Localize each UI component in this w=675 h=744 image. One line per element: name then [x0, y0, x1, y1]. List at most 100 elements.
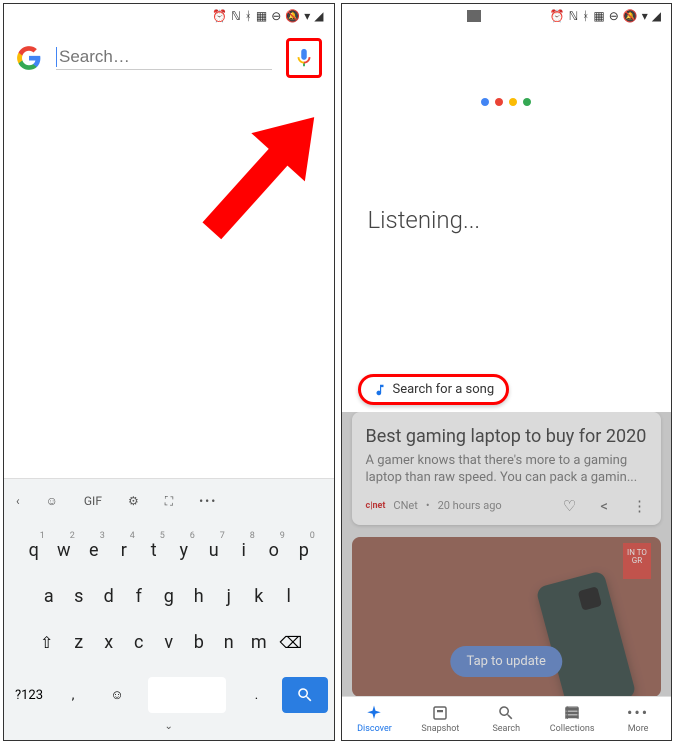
bottom-nav: Discover Snapshot Search Collections •••…	[342, 696, 672, 740]
gear-icon[interactable]: ⚙	[128, 494, 139, 508]
card-body: A gamer knows that there's more to a gam…	[366, 453, 648, 487]
key-f[interactable]: f	[124, 575, 154, 617]
key-d[interactable]: d	[94, 575, 124, 617]
dnd-icon: ⊖	[609, 9, 619, 23]
keyboard-toolbar: ‹ ☺ GIF ⚙ ⛶ •••	[4, 479, 334, 523]
share-icon[interactable]: <	[600, 497, 608, 515]
heart-icon[interactable]: ♡	[563, 497, 576, 515]
nav-collections[interactable]: Collections	[539, 697, 605, 740]
key-r[interactable]: r4	[109, 529, 139, 571]
feed-card-image[interactable]: IN TO GR Tap to update	[352, 537, 662, 696]
discover-feed: Best gaming laptop to buy for 2020 A gam…	[342, 412, 672, 696]
alarm-icon: ⏰	[212, 9, 227, 23]
card-source: CNet	[393, 499, 417, 512]
microphone-icon	[293, 45, 315, 71]
key-h[interactable]: h	[184, 575, 214, 617]
search-key[interactable]	[282, 677, 328, 713]
search-row	[4, 28, 334, 88]
key-w[interactable]: w2	[49, 529, 79, 571]
tap-to-update-pill[interactable]: Tap to update	[451, 646, 562, 677]
signal-icon: ◢	[652, 9, 661, 23]
bluetooth-icon: ᚼ	[582, 9, 589, 23]
source-logo-icon: c|net	[366, 501, 386, 511]
key-a[interactable]: a	[34, 575, 64, 617]
nav-label: Search	[492, 724, 520, 734]
key-o[interactable]: o9	[259, 529, 289, 571]
phone-left-google-search: ⏰ ℕ ᚼ ▦ ⊖ 🔕 ▾ ◢	[3, 3, 335, 741]
key-c[interactable]: c	[124, 621, 154, 663]
nav-more[interactable]: ••• More	[605, 697, 671, 740]
annotation-arrow	[164, 94, 335, 278]
nav-search[interactable]: Search	[473, 697, 539, 740]
comma-key[interactable]: ,	[54, 677, 92, 713]
search-input[interactable]	[56, 47, 272, 67]
key-g[interactable]: g	[154, 575, 184, 617]
gif-button[interactable]: GIF	[84, 494, 102, 508]
collections-icon	[563, 704, 581, 722]
space-key[interactable]	[148, 677, 226, 713]
alarm-icon: ⏰	[550, 9, 565, 23]
key-j[interactable]: j	[214, 575, 244, 617]
shift-key[interactable]: ⇧	[30, 621, 64, 663]
key-i[interactable]: i8	[229, 529, 259, 571]
publisher-badge: IN TO GR	[623, 543, 651, 579]
screenshot-notification-icon	[467, 10, 481, 22]
wifi-icon: ▾	[642, 9, 648, 23]
key-k[interactable]: k	[244, 575, 274, 617]
listening-status: Listening...	[342, 206, 672, 234]
key-q[interactable]: q1	[19, 529, 49, 571]
backspace-key[interactable]: ⌫	[274, 621, 308, 663]
nav-label: More	[628, 724, 649, 734]
translate-icon[interactable]: ⛶	[165, 494, 173, 509]
mute-icon: 🔕	[623, 9, 638, 23]
card-title: Best gaming laptop to buy for 2020	[366, 426, 648, 447]
key-y[interactable]: y6	[169, 529, 199, 571]
key-u[interactable]: u7	[199, 529, 229, 571]
phone-image-placeholder	[535, 570, 636, 696]
more-dots-icon: •••	[627, 703, 649, 722]
voice-search-button[interactable]	[286, 38, 322, 78]
key-p[interactable]: p0	[289, 529, 319, 571]
signal-icon: ◢	[314, 9, 323, 23]
music-note-icon	[373, 383, 387, 397]
search-for-song-chip[interactable]: Search for a song	[358, 374, 510, 405]
nav-snapshot[interactable]: Snapshot	[407, 697, 473, 740]
sticker-icon[interactable]: ☺	[46, 494, 58, 508]
key-e[interactable]: e3	[79, 529, 109, 571]
period-key[interactable]: .	[238, 677, 276, 713]
nav-label: Snapshot	[421, 724, 459, 734]
key-z[interactable]: z	[64, 621, 94, 663]
emoji-key[interactable]: ☺	[98, 677, 136, 713]
screenshot-icon: ▦	[256, 9, 267, 23]
spark-icon	[365, 704, 383, 722]
feed-card[interactable]: Best gaming laptop to buy for 2020 A gam…	[352, 412, 662, 525]
card-time: 20 hours ago	[438, 499, 502, 512]
status-bar: ⏰ ℕ ᚼ ▦ ⊖ 🔕 ▾ ◢	[4, 4, 334, 28]
key-n[interactable]: n	[214, 621, 244, 663]
google-g-logo-icon	[16, 45, 42, 71]
key-m[interactable]: m	[244, 621, 274, 663]
key-s[interactable]: s	[64, 575, 94, 617]
mute-icon: 🔕	[285, 9, 300, 23]
key-v[interactable]: v	[154, 621, 184, 663]
nfc-icon: ℕ	[231, 9, 241, 23]
key-x[interactable]: x	[94, 621, 124, 663]
nfc-icon: ℕ	[569, 9, 579, 23]
screenshot-icon: ▦	[593, 9, 604, 23]
bluetooth-icon: ᚼ	[245, 9, 252, 23]
key-t[interactable]: t5	[139, 529, 169, 571]
song-chip-label: Search for a song	[393, 382, 495, 397]
numeric-key[interactable]: ?123	[10, 677, 48, 713]
search-icon	[296, 686, 314, 704]
google-dots-icon	[342, 98, 672, 106]
more-icon[interactable]: •••	[199, 494, 217, 508]
more-vert-icon[interactable]: ⋮	[632, 497, 647, 515]
chevron-left-icon[interactable]: ‹	[16, 494, 20, 508]
nav-label: Discover	[357, 724, 392, 734]
nav-discover[interactable]: Discover	[342, 697, 408, 740]
keyboard-collapse-icon[interactable]: ⌄	[4, 717, 334, 740]
nav-label: Collections	[550, 724, 595, 734]
key-b[interactable]: b	[184, 621, 214, 663]
key-l[interactable]: l	[274, 575, 304, 617]
status-bar: ⏰ ℕ ᚼ ▦ ⊖ 🔕 ▾ ◢	[342, 4, 672, 28]
